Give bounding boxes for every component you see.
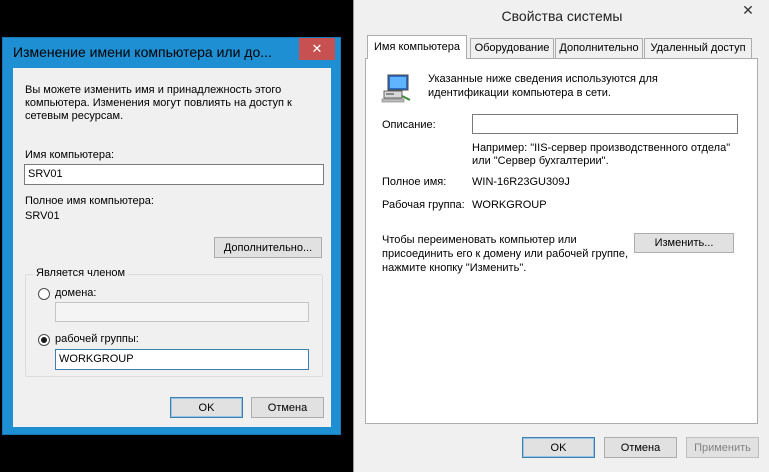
workgroup-value: WORKGROUP (472, 199, 547, 211)
member-of-label: Является членом (33, 267, 129, 279)
full-name-label: Полное имя: (382, 176, 447, 188)
workgroup-label: Рабочая группа: (382, 199, 465, 211)
example-text-line-1: Например: "IIS-сервер производственного … (472, 142, 731, 154)
dialog-client-area: Вы можете изменить имя и принадлежность … (13, 68, 331, 427)
full-computer-name-value: SRV01 (25, 210, 60, 222)
computer-name-label: Имя компьютера: (25, 149, 115, 161)
computer-name-input[interactable]: SRV01 (24, 164, 324, 185)
close-button[interactable]: ✕ (730, 0, 766, 22)
dialog-intro-line-2: компьютера. Изменения могут повлиять на … (25, 97, 292, 109)
computer-network-icon (380, 72, 412, 104)
tab-computer-name[interactable]: Имя компьютера (367, 35, 467, 59)
cancel-button[interactable]: Отмена (604, 437, 677, 458)
full-computer-name-label: Полное имя компьютера: (25, 195, 154, 207)
full-name-value: WIN-16R23GU309J (472, 176, 570, 188)
dialog-intro-line-1: Вы можете изменить имя и принадлежность … (25, 84, 282, 96)
example-text-line-2: или "Сервер бухгалтерии". (472, 155, 609, 167)
tab-remote[interactable]: Удаленный доступ (644, 38, 752, 58)
rename-text-line-2: присоединить его к домену или рабочей гр… (382, 248, 629, 260)
intro-text-line-1: Указанные ниже сведения используются для (428, 73, 658, 85)
intro-text-line-2: идентификации компьютера в сети. (428, 87, 611, 99)
apply-button[interactable]: Применить (686, 437, 759, 458)
system-properties-window: Свойства системы ✕ Имя компьютера Оборуд… (353, 0, 769, 472)
tab-hardware[interactable]: Оборудование (470, 38, 554, 58)
tab-panel: Указанные ниже сведения используются для… (365, 58, 758, 424)
rename-text-line-3: нажмите кнопку "Изменить". (382, 262, 527, 274)
window-title: Свойства системы (501, 8, 623, 24)
tab-advanced[interactable]: Дополнительно (555, 38, 643, 58)
dialog-close-button[interactable]: ✕ (299, 38, 335, 60)
dialog-cancel-button[interactable]: Отмена (251, 397, 324, 418)
rename-text-line-1: Чтобы переименовать компьютер или (382, 234, 577, 246)
description-input[interactable] (472, 114, 738, 134)
rename-computer-dialog: Изменение имени компьютера или до... ✕ В… (2, 37, 341, 435)
dialog-intro-line-3: сетевым ресурсам. (25, 110, 124, 122)
dialog-ok-button[interactable]: OK (170, 397, 243, 418)
ok-button[interactable]: OK (522, 437, 595, 458)
workgroup-radio[interactable] (38, 334, 50, 346)
more-button[interactable]: Дополнительно... (214, 237, 322, 258)
dialog-title: Изменение имени компьютера или до... (13, 44, 272, 60)
domain-input[interactable] (55, 302, 309, 322)
domain-radio[interactable] (38, 288, 50, 300)
workgroup-label: рабочей группы: (55, 333, 139, 345)
workgroup-input[interactable]: WORKGROUP (55, 349, 309, 370)
change-button[interactable]: Изменить... (634, 233, 734, 253)
domain-label: домена: (55, 287, 97, 299)
description-label: Описание: (382, 119, 436, 131)
